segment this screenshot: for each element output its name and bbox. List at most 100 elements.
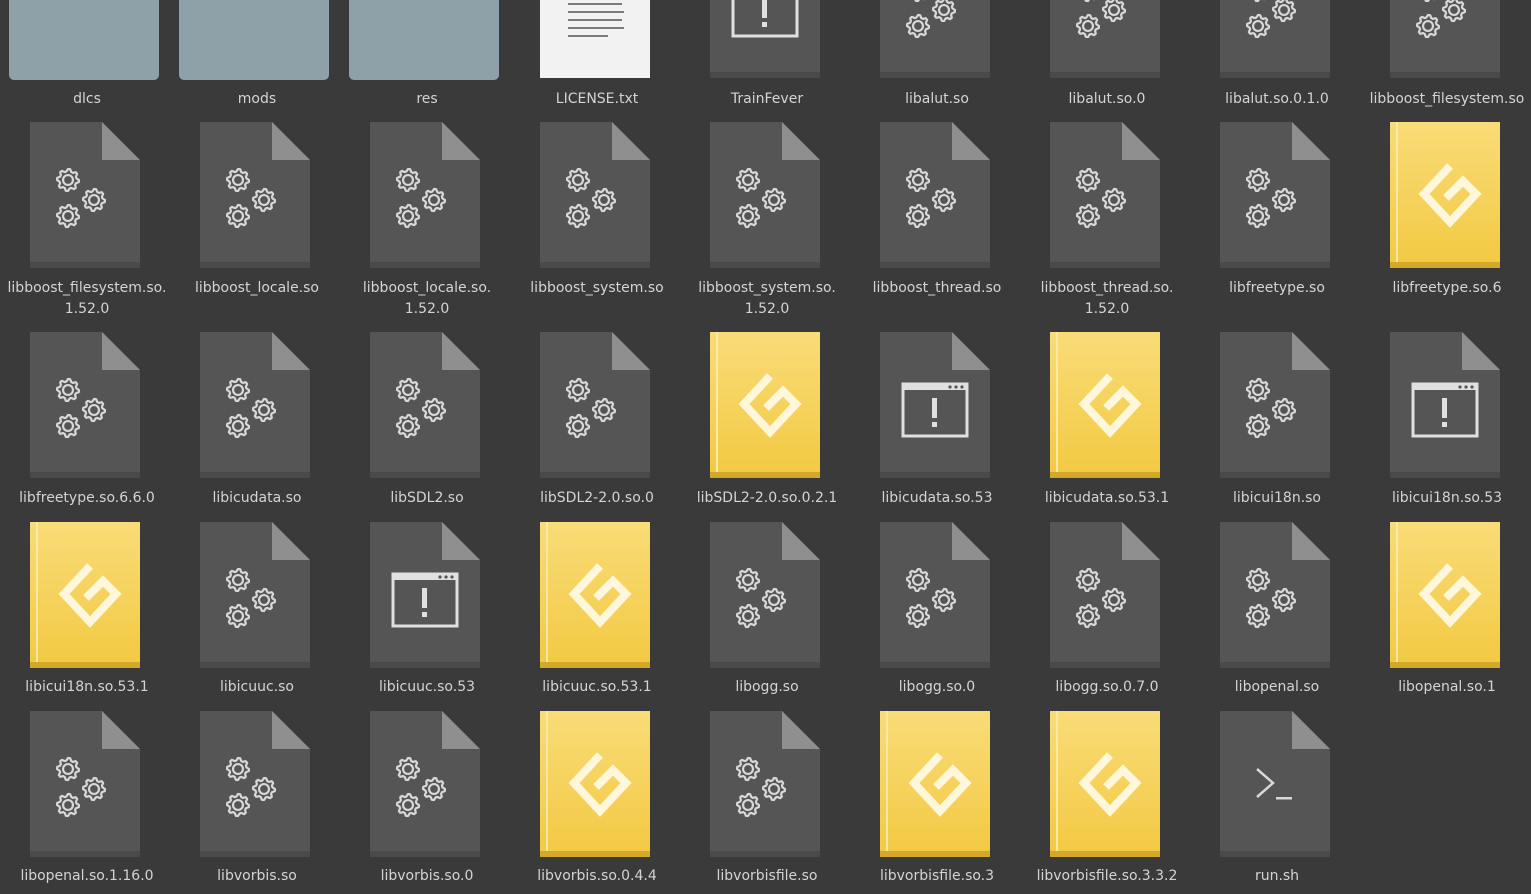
file-name-label: libfreetype.so xyxy=(1192,278,1362,299)
file-name-label: libSDL2-2.0.so.0 xyxy=(512,488,682,509)
file-item[interactable]: libvorbisfile.so.3 xyxy=(852,0,1022,884)
gears-icon xyxy=(540,332,650,478)
file-name-label: libicui18n.so xyxy=(1192,488,1362,509)
file-name-line: libogg.so xyxy=(735,679,799,695)
gears-icon xyxy=(200,711,310,857)
file-name-label: libvorbis.so xyxy=(172,866,342,887)
gears-icon xyxy=(370,711,480,857)
file-name-line: libicudata.so.53 xyxy=(881,490,993,506)
file-icon-grid: dlcs mods res LICENSE.txt TrainFever lib… xyxy=(0,0,1531,894)
file-name-label: libicui18n.so.53.1 xyxy=(2,677,172,698)
link-icon xyxy=(540,522,650,668)
file-name-label: libopenal.so.1.16.0 xyxy=(2,866,172,887)
file-name-line: libboost_locale.so xyxy=(194,280,319,296)
gears-icon xyxy=(200,522,310,668)
file-name-line: libSDL2-2.0.so.0.2.1 xyxy=(696,490,838,506)
link-icon xyxy=(1050,332,1160,478)
file-name-line: libicuuc.so xyxy=(219,679,294,695)
file-name-line: libvorbisfile.so.3.3.2 xyxy=(1036,868,1178,884)
file-item[interactable]: libvorbisfile.so xyxy=(682,0,852,884)
file-name-line: libopenal.so xyxy=(1234,679,1320,695)
file-name-line: libicui18n.so xyxy=(1232,490,1321,506)
file-name-line: libopenal.so.1 xyxy=(1398,679,1496,695)
file-name-line: libboost_thread.so. xyxy=(1040,280,1174,296)
executable-icon xyxy=(1390,332,1500,478)
file-name-line: libicudata.so xyxy=(212,490,302,506)
file-item[interactable]: libvorbisfile.so.3.3.2 xyxy=(1022,0,1192,884)
file-item[interactable]: libvorbis.so.0.4.4 xyxy=(512,0,682,884)
gears-icon xyxy=(1220,522,1330,668)
file-name-label: libboost_locale.so. 1.52.0 xyxy=(342,278,512,320)
file-name-label: libicuuc.so.53.1 xyxy=(512,677,682,698)
file-name-line: libvorbisfile.so xyxy=(716,868,818,884)
file-item[interactable]: libvorbis.so.0 xyxy=(342,0,512,884)
file-name-label: libicuuc.so.53 xyxy=(342,677,512,698)
file-name-label: libvorbisfile.so xyxy=(682,866,852,887)
gears-icon xyxy=(880,522,990,668)
file-name-label: libboost_thread.so xyxy=(852,278,1022,299)
file-name-line: libvorbis.so.0.4.4 xyxy=(537,868,657,884)
gears-icon xyxy=(1050,522,1160,668)
link-icon xyxy=(540,711,650,857)
file-name-label: libvorbisfile.so.3.3.2 xyxy=(1022,866,1192,887)
file-name-line-2: 1.52.0 xyxy=(744,301,790,317)
gears-icon xyxy=(1220,332,1330,478)
file-name-line: libboost_filesystem.so. xyxy=(7,280,167,296)
file-name-label: libicudata.so xyxy=(172,488,342,509)
file-name-label: libboost_locale.so xyxy=(172,278,342,299)
file-name-label: libopenal.so.1 xyxy=(1362,677,1531,698)
file-name-line: libSDL2-2.0.so.0 xyxy=(540,490,654,506)
file-name-line: libicuuc.so.53 xyxy=(378,679,476,695)
file-item[interactable]: libvorbis.so xyxy=(172,0,342,884)
file-name-line: libogg.so.0 xyxy=(898,679,976,695)
file-name-line: libboost_system.so xyxy=(530,280,664,296)
file-name-line: libboost_locale.so. xyxy=(362,280,492,296)
file-name-line: libogg.so.0.7.0 xyxy=(1055,679,1159,695)
file-name-label: run.sh xyxy=(1192,866,1362,887)
file-name-label: libboost_system.so xyxy=(512,278,682,299)
file-name-label: libboost_filesystem.so. 1.52.0 xyxy=(2,278,172,320)
gears-icon xyxy=(370,332,480,478)
file-name-label: libfreetype.so.6 xyxy=(1362,278,1531,299)
file-name-line: libvorbis.so xyxy=(217,868,297,884)
gears-icon xyxy=(710,711,820,857)
file-name-line: libboost_thread.so xyxy=(872,280,1002,296)
file-name-line: run.sh xyxy=(1254,868,1300,884)
file-name-label: libicuuc.so xyxy=(172,677,342,698)
file-name-line: libicui18n.so.53 xyxy=(1391,490,1503,506)
file-name-line: libboost_system.so. xyxy=(698,280,836,296)
executable-icon xyxy=(880,332,990,478)
file-name-line: libicuuc.so.53.1 xyxy=(542,679,652,695)
file-name-label: libogg.so.0 xyxy=(852,677,1022,698)
file-name-line: libicudata.so.53.1 xyxy=(1044,490,1170,506)
link-icon xyxy=(1050,711,1160,857)
gears-icon xyxy=(30,332,140,478)
gears-icon xyxy=(200,332,310,478)
file-item[interactable]: run.sh xyxy=(1192,0,1362,884)
file-item[interactable]: libopenal.so.1 xyxy=(1362,0,1531,695)
file-name-label: libopenal.so xyxy=(1192,677,1362,698)
file-name-label: libogg.so xyxy=(682,677,852,698)
file-name-line: libvorbis.so.0 xyxy=(380,868,474,884)
file-name-line: libvorbisfile.so.3 xyxy=(879,868,995,884)
file-name-label: libicudata.so.53.1 xyxy=(1022,488,1192,509)
file-item[interactable]: libopenal.so.1.16.0 xyxy=(2,0,172,884)
file-name-line: libfreetype.so.6.6.0 xyxy=(19,490,155,506)
file-name-line: libopenal.so.1.16.0 xyxy=(20,868,154,884)
terminal-icon xyxy=(1220,711,1330,857)
file-name-line-2: 1.52.0 xyxy=(404,301,450,317)
file-name-line-2: 1.52.0 xyxy=(1084,301,1130,317)
file-name-label: libogg.so.0.7.0 xyxy=(1022,677,1192,698)
file-name-label: libicudata.so.53 xyxy=(852,488,1022,509)
link-icon xyxy=(880,711,990,857)
file-name-line-2: 1.52.0 xyxy=(64,301,110,317)
file-name-label: libboost_thread.so. 1.52.0 xyxy=(1022,278,1192,320)
link-icon xyxy=(30,522,140,668)
file-name-label: libSDL2.so xyxy=(342,488,512,509)
file-name-label: libvorbis.so.0.4.4 xyxy=(512,866,682,887)
file-name-label: libicui18n.so.53 xyxy=(1362,488,1531,509)
file-name-line: libfreetype.so.6 xyxy=(1392,280,1502,296)
executable-icon xyxy=(370,522,480,668)
link-icon xyxy=(1390,522,1500,668)
gears-icon xyxy=(710,522,820,668)
